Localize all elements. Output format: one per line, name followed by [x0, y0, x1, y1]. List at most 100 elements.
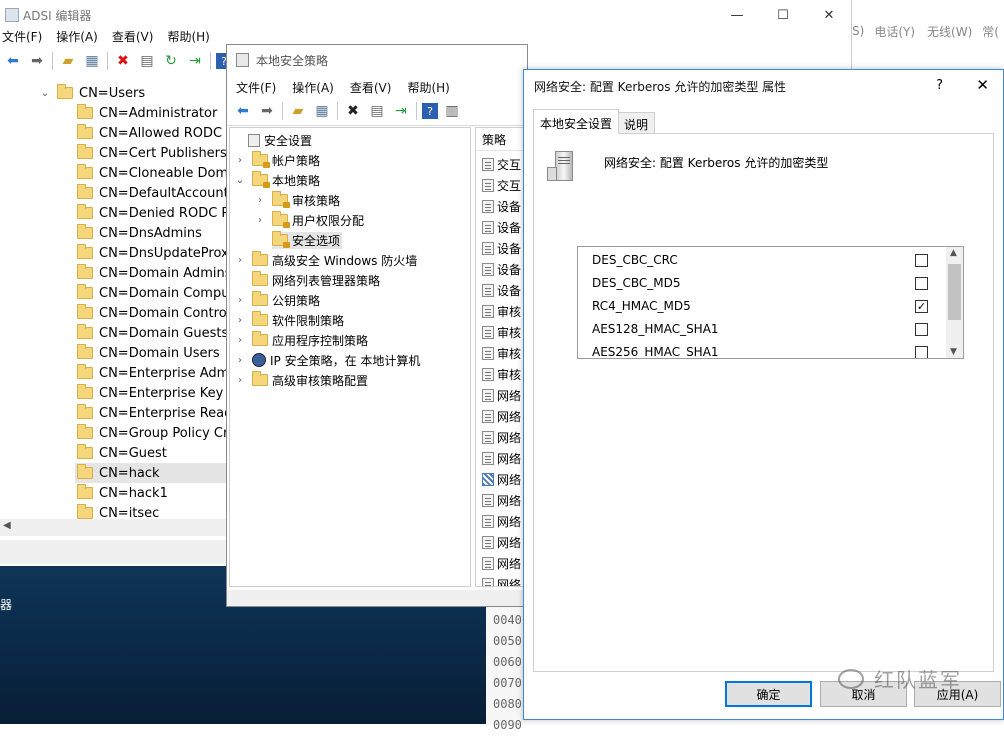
secpol-tree-node[interactable]: › 审核策略: [254, 190, 342, 210]
encryption-type-option[interactable]: AES128_HMAC_SHA1: [592, 319, 932, 339]
policy-list-item[interactable]: 网络: [482, 553, 521, 573]
up-folder-icon[interactable]: ▰: [288, 101, 308, 121]
chevron-right-icon[interactable]: ›: [234, 315, 246, 326]
encryption-type-option[interactable]: DES_CBC_MD5: [592, 273, 932, 293]
adsi-tree-item[interactable]: CN=Enterprise Admin: [75, 363, 228, 383]
policy-list-item[interactable]: 设备: [482, 196, 521, 216]
dialog-close-button[interactable]: ✕: [976, 76, 989, 94]
secpol-tree-node[interactable]: 安全设置: [230, 130, 314, 150]
secpol-tree-node[interactable]: › 软件限制策略: [234, 310, 346, 330]
tab-explain[interactable]: 说明: [617, 112, 656, 134]
secpol-tree-node[interactable]: › 高级审核策略配置: [234, 370, 370, 390]
secpol-tree-node[interactable]: › 帐户策略: [234, 150, 322, 170]
chevron-right-icon[interactable]: ›: [254, 195, 266, 206]
checkbox[interactable]: [915, 253, 928, 267]
show-tree-icon[interactable]: ▦: [312, 101, 332, 121]
adsi-tree-item[interactable]: CN=Cert Publishers: [75, 143, 228, 163]
secpol-menu-help[interactable]: 帮助(H): [398, 79, 456, 96]
chevron-right-icon[interactable]: ›: [234, 335, 246, 346]
adsi-tree-item[interactable]: CN=Domain Guests: [75, 323, 228, 343]
delete-icon[interactable]: ✖: [343, 101, 363, 121]
secpol-tree-node[interactable]: › 用户权限分配: [254, 210, 366, 230]
chevron-right-icon[interactable]: ›: [234, 375, 246, 386]
policy-list-item[interactable]: 审核: [482, 343, 521, 363]
policy-list-item[interactable]: 网络: [482, 532, 521, 552]
adsi-menu-action[interactable]: 操作(A): [49, 28, 105, 45]
chevron-right-icon[interactable]: ›: [254, 215, 266, 226]
adsi-tree-item[interactable]: CN=Administrator: [75, 103, 228, 123]
secpol-tree-node[interactable]: ⌄ 本地策略: [234, 170, 322, 190]
adsi-tree-item[interactable]: CN=Enterprise Key Ac: [75, 383, 228, 403]
adsi-horizontal-scrollbar[interactable]: ◀: [0, 519, 228, 536]
listbox-vertical-scrollbar[interactable]: ▲ ▼: [946, 247, 963, 358]
scroll-left-icon[interactable]: ◀: [3, 520, 11, 531]
properties-icon[interactable]: ▤: [367, 101, 387, 121]
adsi-tree-root[interactable]: ⌄ CN=Users: [39, 83, 145, 103]
policy-list-item[interactable]: 审核: [482, 322, 521, 342]
dialog-help-button[interactable]: ?: [936, 78, 943, 93]
refresh-icon[interactable]: ↻: [161, 51, 181, 71]
policy-list-item[interactable]: 网络: [482, 469, 521, 489]
adsi-tree-item[interactable]: CN=DnsUpdateProxy: [75, 243, 228, 263]
checkbox[interactable]: [915, 345, 928, 358]
policy-list-item[interactable]: 网络: [482, 511, 521, 531]
secpol-tree-node[interactable]: › 高级安全 Windows 防火墙: [234, 250, 419, 270]
policy-list-item[interactable]: 网络: [482, 574, 521, 586]
adsi-tree-item[interactable]: CN=Cloneable Domai: [75, 163, 228, 183]
scroll-up-icon[interactable]: ▲: [950, 248, 957, 258]
chevron-down-icon[interactable]: ⌄: [39, 88, 51, 99]
checkbox[interactable]: ✓: [915, 299, 928, 313]
secpol-menu-view[interactable]: 查看(V): [341, 79, 399, 96]
secpol-menu-action[interactable]: 操作(A): [283, 79, 341, 96]
back-arrow-icon[interactable]: ⬅: [233, 101, 253, 121]
checkbox[interactable]: [915, 276, 928, 290]
adsi-tree-item[interactable]: CN=Guest: [75, 443, 228, 463]
adsi-tree-item[interactable]: CN=Allowed RODC Pa: [75, 123, 228, 143]
policy-list-item[interactable]: 网络: [482, 448, 521, 468]
help-icon[interactable]: ?: [422, 103, 438, 119]
policy-list-item[interactable]: 设备: [482, 238, 521, 258]
secpol-tree-node[interactable]: › 公钥策略: [234, 290, 322, 310]
secpol-tree-node[interactable]: 安全选项: [254, 230, 343, 250]
adsi-tree-item[interactable]: CN=DnsAdmins: [75, 223, 228, 243]
chevron-right-icon[interactable]: ›: [234, 255, 246, 266]
adsi-tree-item[interactable]: CN=hack1: [75, 483, 228, 503]
secpol-tree-node[interactable]: 网络列表管理器策略: [234, 270, 382, 290]
forward-arrow-icon[interactable]: ➡: [257, 101, 277, 121]
adsi-tree-item[interactable]: CN=Denied RODC Pas: [75, 203, 228, 223]
policy-list-item[interactable]: 交互: [482, 175, 521, 195]
adsi-menu-file[interactable]: 文件(F): [0, 28, 49, 45]
chevron-right-icon[interactable]: ›: [234, 295, 246, 306]
ok-button[interactable]: 确定: [725, 681, 812, 707]
forward-arrow-icon[interactable]: ➡: [27, 51, 47, 71]
console-tree-icon[interactable]: ▥: [442, 101, 462, 121]
export-icon[interactable]: ⇥: [185, 51, 205, 71]
show-tree-icon[interactable]: ▦: [82, 51, 102, 71]
encryption-types-listbox[interactable]: DES_CBC_CRC DES_CBC_MD5 RC4_HMAC_MD5 ✓ AES12…: [577, 246, 964, 359]
chevron-right-icon[interactable]: ›: [234, 155, 246, 166]
policy-list-item[interactable]: 网络: [482, 427, 521, 447]
chevron-down-icon[interactable]: ⌄: [234, 175, 246, 186]
export-icon[interactable]: ⇥: [391, 101, 411, 121]
back-arrow-icon[interactable]: ⬅: [3, 51, 23, 71]
up-folder-icon[interactable]: ▰: [58, 51, 78, 71]
adsi-menu-view[interactable]: 查看(V): [105, 28, 161, 45]
encryption-type-option[interactable]: DES_CBC_CRC: [592, 250, 932, 270]
adsi-tree-item[interactable]: CN=Domain Users: [75, 343, 228, 363]
secpol-tree-node[interactable]: › IP 安全策略，在 本地计算机: [234, 350, 422, 370]
adsi-tree-item[interactable]: CN=hack: [75, 463, 228, 483]
delete-icon[interactable]: ✖: [113, 51, 133, 71]
policy-list-item[interactable]: 设备: [482, 259, 521, 279]
scrollbar-thumb[interactable]: [948, 264, 961, 320]
policy-list-item[interactable]: 交互: [482, 154, 521, 174]
policy-list-item[interactable]: 网络: [482, 385, 521, 405]
adsi-menu-help[interactable]: 帮助(H): [160, 28, 216, 45]
encryption-type-option[interactable]: RC4_HMAC_MD5 ✓: [592, 296, 932, 316]
encryption-type-option[interactable]: AES256_HMAC_SHA1: [592, 342, 932, 358]
chevron-right-icon[interactable]: ›: [234, 355, 246, 366]
adsi-tree-item[interactable]: CN=Domain Compute: [75, 283, 228, 303]
properties-icon[interactable]: ▤: [137, 51, 157, 71]
policy-list-item[interactable]: 审核: [482, 364, 521, 384]
adsi-tree-item[interactable]: CN=Domain Admins: [75, 263, 228, 283]
policy-list-item[interactable]: 设备: [482, 280, 521, 300]
